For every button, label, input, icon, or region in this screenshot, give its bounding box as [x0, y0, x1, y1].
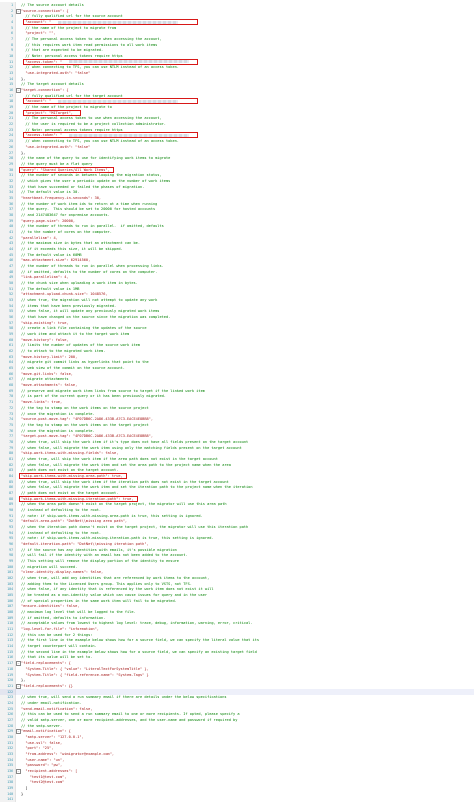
redacted-value [57, 99, 178, 103]
redacted-value [57, 20, 178, 24]
redacted-value [68, 60, 189, 64]
redacted-value [68, 133, 189, 137]
code-editor[interactable]: 1// The source account details 2− "source-… [0, 2, 474, 802]
code-line: 141 [0, 796, 474, 802]
line-number: 141 [7, 797, 13, 802]
